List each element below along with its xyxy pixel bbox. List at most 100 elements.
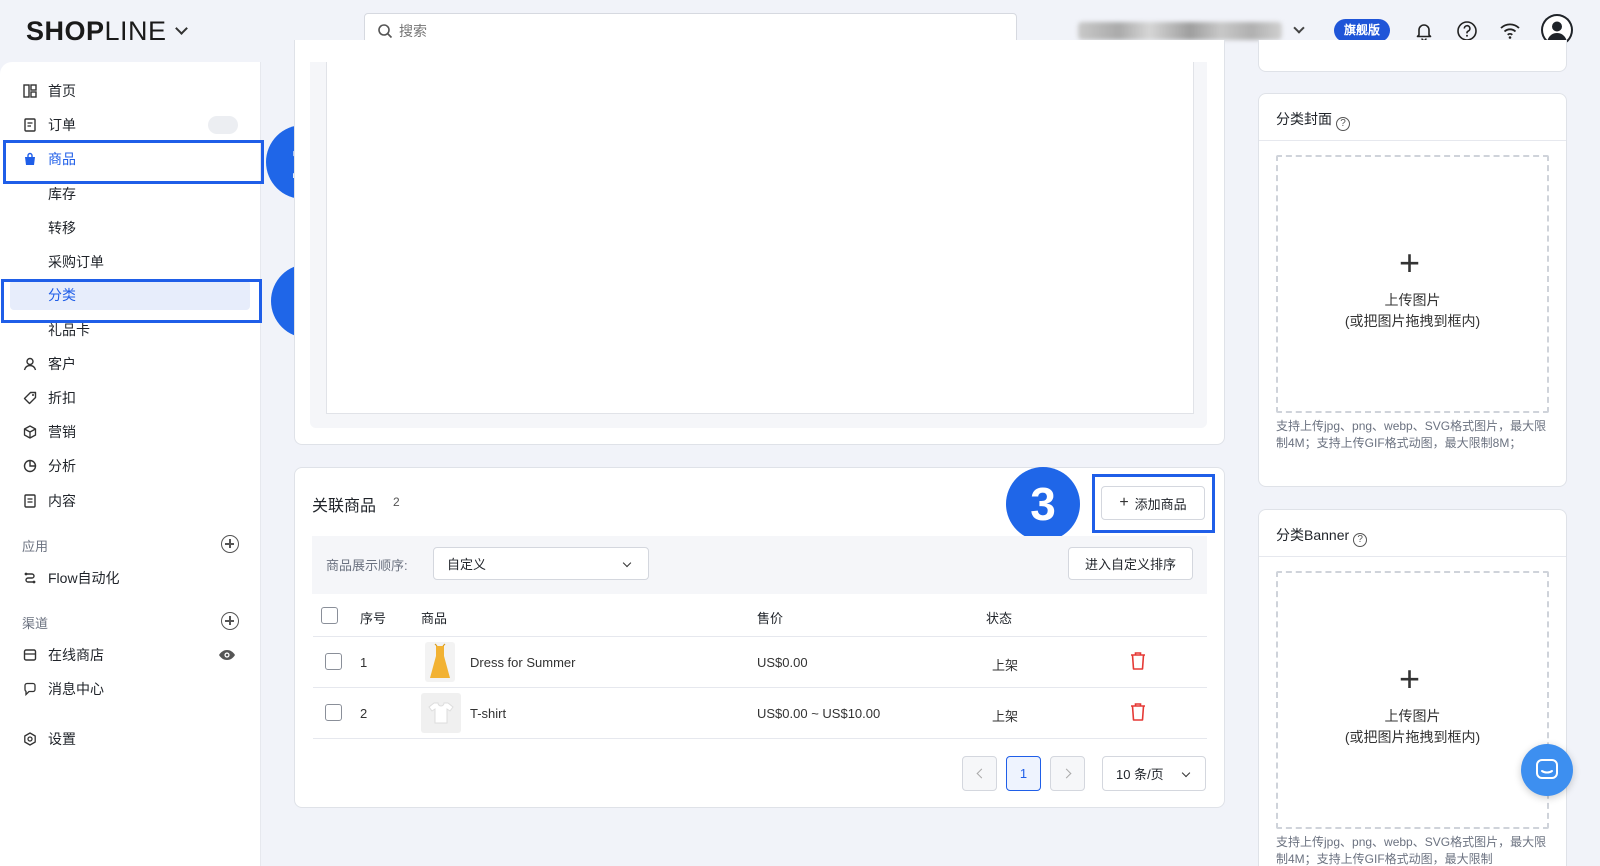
help-icon[interactable]: ? xyxy=(1336,117,1350,131)
divider xyxy=(1259,140,1566,141)
store-icon xyxy=(22,647,38,663)
sort-order-select[interactable]: 自定义 xyxy=(433,547,649,580)
banner-upload-hint: 支持上传jpg、png、webp、SVG格式图片，最大限制4M；支持上传GIF格… xyxy=(1276,835,1547,866)
page-button-current[interactable]: 1 xyxy=(1006,756,1041,791)
divider xyxy=(313,687,1207,688)
flow-icon xyxy=(22,570,38,586)
cover-upload-dropzone[interactable] xyxy=(1276,155,1549,413)
sidebar-subitem-transfer[interactable]: 转移 xyxy=(48,216,76,240)
logo-light-text: LINE xyxy=(104,16,167,46)
sidebar-item-online-store[interactable]: 在线商店 xyxy=(22,641,242,669)
sidebar-subitem-inventory[interactable]: 库存 xyxy=(48,182,76,206)
divider xyxy=(313,636,1207,637)
row-index: 2 xyxy=(360,706,368,721)
prev-page-button[interactable] xyxy=(962,756,997,791)
column-header-status: 状态 xyxy=(986,611,1013,626)
document-icon xyxy=(22,493,38,509)
chat-bubble-icon xyxy=(1536,759,1558,779)
add-app-icon[interactable] xyxy=(221,535,239,553)
previous-card-bottom xyxy=(1258,40,1567,72)
related-products-title: 关联商品 xyxy=(312,498,377,515)
category-cover-title-text: 分类封面 xyxy=(1276,111,1332,127)
select-all-checkbox[interactable] xyxy=(321,607,338,624)
sidebar-item-message-center[interactable]: 消息中心 xyxy=(22,675,242,703)
sidebar-item-label: 消息中心 xyxy=(48,681,104,697)
sidebar-item-label: 首页 xyxy=(48,83,76,99)
chevron-down-icon xyxy=(622,558,632,568)
eye-icon[interactable] xyxy=(218,648,236,665)
column-header-product: 商品 xyxy=(421,611,448,626)
sidebar-item-flow[interactable]: Flow自动化 xyxy=(22,564,242,592)
sidebar-subitem-purchase-orders[interactable]: 采购订单 xyxy=(48,250,104,274)
section-channels-label: 渠道 xyxy=(22,616,49,631)
sidebar-item-orders[interactable]: 订单 xyxy=(22,111,242,139)
sidebar-item-label: 分析 xyxy=(48,458,76,474)
row-checkbox[interactable] xyxy=(325,704,342,721)
tag-icon xyxy=(22,390,38,406)
product-status: 上架 xyxy=(992,658,1019,673)
sidebar-item-label: 营销 xyxy=(48,424,76,440)
cover-upload-text: 上传图片 (或把图片拖拽到框内) xyxy=(1276,290,1549,332)
user-icon xyxy=(22,356,38,372)
product-name[interactable]: Dress for Summer xyxy=(470,655,575,670)
category-banner-title-text: 分类Banner xyxy=(1276,527,1350,543)
product-price: US$0.00 ~ US$10.00 xyxy=(757,706,881,721)
sidebar-item-settings[interactable]: 设置 xyxy=(22,725,242,753)
dashboard-icon xyxy=(22,83,38,99)
upload-line-2: (或把图片拖拽到框内) xyxy=(1344,313,1481,329)
support-chat-button[interactable] xyxy=(1521,744,1573,796)
sidebar-item-label: 设置 xyxy=(48,731,76,747)
help-icon[interactable]: ? xyxy=(1353,533,1368,547)
gear-icon xyxy=(22,731,38,747)
search-icon xyxy=(378,23,393,38)
step-marker-3: 3 xyxy=(1006,467,1080,541)
sidebar-item-label: 客户 xyxy=(48,356,76,372)
sidebar-item-marketing[interactable]: 营销 xyxy=(22,418,242,446)
upload-line-1: 上传图片 xyxy=(1384,708,1441,724)
product-thumbnail-dress xyxy=(425,642,455,682)
rich-text-editor[interactable] xyxy=(326,62,1194,414)
sidebar-item-content[interactable]: 内容 xyxy=(22,487,242,515)
sidebar-item-label: 内容 xyxy=(48,493,76,509)
shopline-logo[interactable]: SHOP LINE xyxy=(26,16,188,47)
column-header-price: 售价 xyxy=(757,611,784,626)
chevron-left-icon xyxy=(976,768,986,779)
custom-sort-button[interactable]: 进入自定义排序 xyxy=(1068,547,1193,580)
add-channel-icon[interactable] xyxy=(221,612,239,630)
sidebar-item-customers[interactable]: 客户 xyxy=(22,350,242,378)
chevron-right-icon xyxy=(1061,768,1071,779)
sidebar-item-discounts[interactable]: 折扣 xyxy=(22,384,242,412)
chevron-down-icon xyxy=(1181,768,1191,778)
row-checkbox[interactable] xyxy=(325,653,342,670)
divider xyxy=(313,738,1207,739)
sidebar-item-home[interactable]: 首页 xyxy=(22,77,242,105)
category-banner-title: 分类Banner? xyxy=(1276,525,1368,547)
column-header-index: 序号 xyxy=(360,611,387,626)
section-apps-label: 应用 xyxy=(22,539,49,554)
store-chevron-down-icon[interactable] xyxy=(1293,22,1305,34)
sidebar-item-label: 折扣 xyxy=(48,390,76,406)
related-products-card xyxy=(294,467,1225,808)
trash-icon[interactable] xyxy=(1129,702,1147,722)
next-page-button[interactable] xyxy=(1050,756,1085,791)
page-size-value: 10 条/页 xyxy=(1116,767,1164,782)
sidebar-item-label: 在线商店 xyxy=(48,647,104,663)
trash-icon[interactable] xyxy=(1129,651,1147,671)
search-input[interactable] xyxy=(399,22,959,39)
cube-icon xyxy=(22,424,38,440)
upload-line-2: (或把图片拖拽到框内) xyxy=(1344,729,1481,745)
product-price: US$0.00 xyxy=(757,655,808,670)
chat-icon xyxy=(22,681,38,697)
product-name[interactable]: T-shirt xyxy=(470,706,506,721)
page-size-select[interactable]: 10 条/页 xyxy=(1102,756,1206,791)
divider xyxy=(1259,556,1566,557)
highlight-add-product xyxy=(1092,474,1215,533)
banner-upload-dropzone[interactable] xyxy=(1276,571,1549,829)
sidebar-item-label: 订单 xyxy=(48,117,76,133)
logo-bold-text: SHOP xyxy=(26,16,105,46)
upload-line-1: 上传图片 xyxy=(1384,292,1441,308)
order-count-badge-blurred xyxy=(208,116,238,134)
store-name-blurred[interactable] xyxy=(1078,22,1282,40)
sort-order-value: 自定义 xyxy=(447,557,487,572)
sidebar-item-analytics[interactable]: 分析 xyxy=(22,452,242,480)
